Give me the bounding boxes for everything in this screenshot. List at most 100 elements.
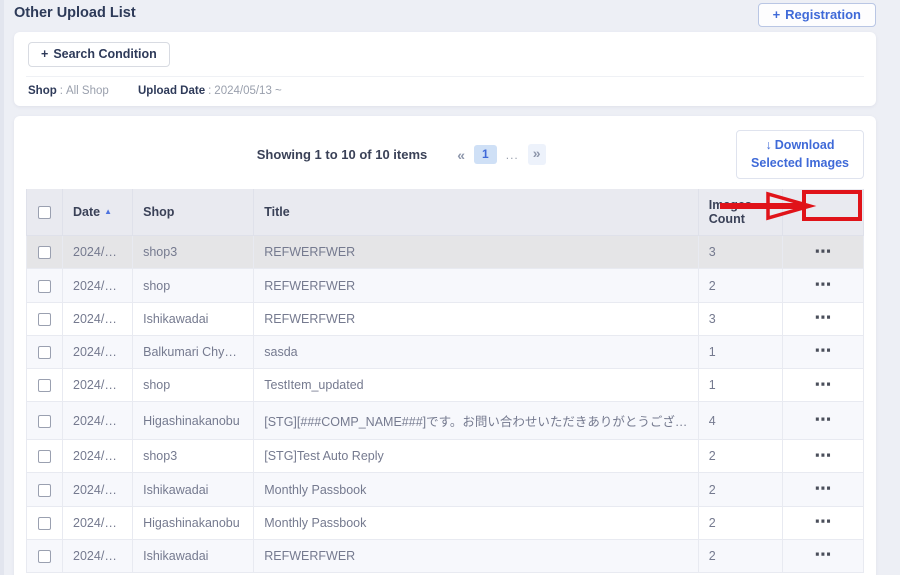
colon: : (60, 85, 63, 97)
cell-date: 2024/06/01 (63, 473, 133, 506)
cell-title: [STG][###COMP_NAME###]です。お問い合わせいただきありがとう… (254, 402, 699, 440)
cell-images-count: 2 (698, 440, 782, 473)
table-row: 2024/06/03 Higashinakanobu [STG][###COMP… (27, 402, 864, 440)
cell-shop: Ishikawadai (133, 539, 254, 572)
cell-images-count: 2 (698, 269, 782, 302)
colon: : (208, 85, 211, 97)
download-icon: ↓ (766, 138, 772, 152)
plus-icon: + (41, 47, 48, 61)
row-actions-button[interactable]: ⋯ (804, 240, 841, 265)
row-checkbox[interactable] (38, 280, 51, 293)
table-toolbar: Showing 1 to 10 of 10 items « 1 ... » ↓D… (26, 130, 864, 179)
search-condition-button-label: Search Condition (53, 47, 156, 61)
row-actions-button[interactable]: ⋯ (804, 306, 841, 331)
cell-date: 2024/05/23 (63, 539, 133, 572)
cell-shop: Ishikawadai (133, 473, 254, 506)
cell-shop: shop (133, 369, 254, 402)
cell-images-count: 2 (698, 473, 782, 506)
cell-title: REFWERFWER (254, 269, 699, 302)
cell-title: Monthly Passbook (254, 506, 699, 539)
cell-date: 2024/06/01 (63, 506, 133, 539)
cell-shop: shop (133, 269, 254, 302)
cell-images-count: 3 (698, 236, 782, 269)
showing-items-text: Showing 1 to 10 of 10 items (257, 147, 427, 162)
row-actions-button[interactable]: ⋯ (804, 408, 841, 433)
column-header-shop: Shop (133, 189, 254, 236)
cell-images-count: 1 (698, 335, 782, 368)
cell-shop: Balkumari Chyaa Ghar (133, 335, 254, 368)
row-actions-button[interactable]: ⋯ (804, 373, 841, 398)
cell-title: REFWERFWER (254, 539, 699, 572)
cell-images-count: 1 (698, 369, 782, 402)
table-row: 2024/06/01 Ishikawadai Monthly Passbook … (27, 473, 864, 506)
row-checkbox[interactable] (38, 313, 51, 326)
row-checkbox[interactable] (38, 517, 51, 530)
table-row: 2024/06/01 Higashinakanobu Monthly Passb… (27, 506, 864, 539)
filter-shop-label: Shop (28, 85, 57, 97)
cell-date: 2024/06/03 (63, 440, 133, 473)
cell-date: 2024/06/07 (63, 269, 133, 302)
filter-upload-date-value: 2024/05/13 ~ (214, 85, 281, 97)
column-header-date-label: Date (73, 205, 100, 219)
cell-title: [STG]Test Auto Reply (254, 440, 699, 473)
table-header-row: Date▲ Shop Title Images Count (27, 189, 864, 236)
search-condition-panel: +Search Condition Shop:All Shop Upload D… (14, 32, 876, 106)
column-header-title: Title (254, 189, 699, 236)
row-checkbox[interactable] (38, 379, 51, 392)
pagination-ellipsis: ... (506, 148, 519, 162)
page-header: Other Upload List +Registration (14, 0, 876, 32)
cell-images-count: 2 (698, 506, 782, 539)
cell-title: Monthly Passbook (254, 473, 699, 506)
select-all-checkbox[interactable] (38, 206, 51, 219)
cell-date: 2024/06/03 (63, 369, 133, 402)
registration-button-label: Registration (785, 7, 861, 22)
table-row: 2024/06/06 Ishikawadai REFWERFWER 3 ⋯ (27, 302, 864, 335)
row-actions-button[interactable]: ⋯ (804, 273, 841, 298)
row-checkbox[interactable] (38, 415, 51, 428)
row-checkbox[interactable] (38, 550, 51, 563)
cell-images-count: 4 (698, 402, 782, 440)
row-checkbox[interactable] (38, 246, 51, 259)
cell-date: 2024/06/03 (63, 335, 133, 368)
cell-title: TestItem_updated (254, 369, 699, 402)
cell-title: sasda (254, 335, 699, 368)
cell-shop: Higashinakanobu (133, 402, 254, 440)
row-actions-button[interactable]: ⋯ (804, 339, 841, 364)
column-header-actions (782, 189, 863, 236)
registration-button[interactable]: +Registration (758, 3, 876, 27)
cell-shop: shop3 (133, 236, 254, 269)
row-checkbox[interactable] (38, 346, 51, 359)
cell-date: 2024/06/11 (63, 236, 133, 269)
column-header-date[interactable]: Date ▲ (63, 189, 133, 236)
cell-images-count: 3 (698, 302, 782, 335)
cell-shop: Higashinakanobu (133, 506, 254, 539)
pagination-page-1[interactable]: 1 (474, 145, 497, 164)
pagination-next-button[interactable]: » (528, 144, 546, 165)
filter-upload-date-label: Upload Date (138, 85, 205, 97)
filter-shop-value: All Shop (66, 85, 109, 97)
cell-images-count: 2 (698, 539, 782, 572)
table-row: 2024/06/03 Balkumari Chyaa Ghar sasda 1 … (27, 335, 864, 368)
row-checkbox[interactable] (38, 484, 51, 497)
download-selected-images-button[interactable]: ↓Download Selected Images (736, 130, 864, 179)
table-row: 2024/06/03 shop TestItem_updated 1 ⋯ (27, 369, 864, 402)
cell-shop: Ishikawadai (133, 302, 254, 335)
search-condition-button[interactable]: + Search Condition (28, 42, 170, 67)
row-actions-button[interactable]: ⋯ (804, 477, 841, 502)
table-row: 2024/06/03 shop3 [STG]Test Auto Reply 2 … (27, 440, 864, 473)
filter-summary: Shop:All Shop Upload Date:2024/05/13 ~ (28, 85, 862, 97)
row-checkbox[interactable] (38, 450, 51, 463)
cell-shop: shop3 (133, 440, 254, 473)
cell-title: REFWERFWER (254, 302, 699, 335)
row-actions-button[interactable]: ⋯ (804, 444, 841, 469)
pagination-prev-icon[interactable]: « (457, 147, 465, 163)
upload-list-panel: Showing 1 to 10 of 10 items « 1 ... » ↓D… (14, 116, 876, 575)
row-actions-button[interactable]: ⋯ (804, 543, 841, 568)
table-row: 2024/06/07 shop REFWERFWER 2 ⋯ (27, 269, 864, 302)
pagination-top: « 1 ... » (457, 144, 545, 165)
table-row: 2024/05/23 Ishikawadai REFWERFWER 2 ⋯ (27, 539, 864, 572)
download-button-line1: Download (775, 138, 835, 152)
cell-title: REFWERFWER (254, 236, 699, 269)
sort-ascending-icon: ▲ (104, 207, 112, 216)
row-actions-button[interactable]: ⋯ (804, 510, 841, 535)
